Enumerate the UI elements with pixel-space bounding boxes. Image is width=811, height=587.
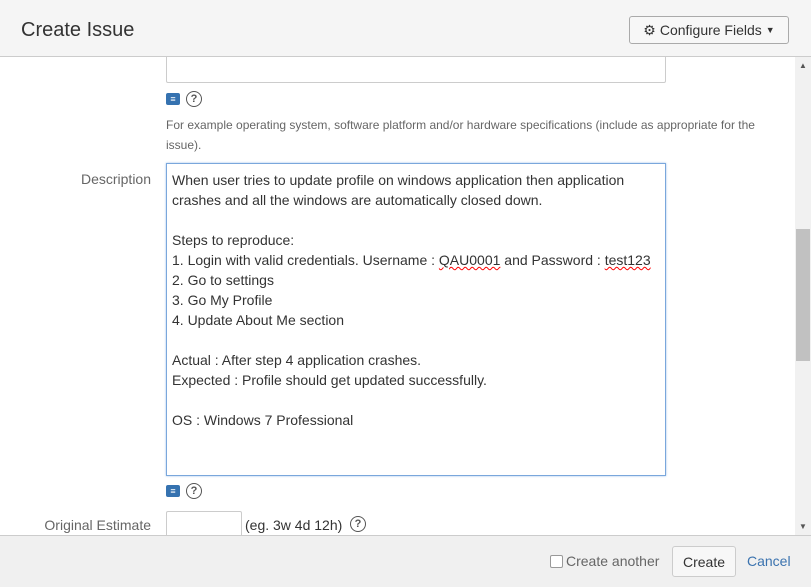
desc-line: When user tries to update profile on win… [172,172,625,188]
desc-line: Steps to reproduce: [172,232,295,248]
environment-textarea[interactable] [166,57,666,83]
desc-line: 3. Go My Profile [172,292,273,308]
scrollbar-thumb[interactable] [796,229,810,361]
configure-fields-button[interactable]: ⚙ Configure Fields ▼ [629,16,789,44]
original-estimate-label: Original Estimate [44,517,151,533]
form-content: ≡ ? For example operating system, softwa… [0,57,795,535]
desc-line: Actual : After step 4 application crashe… [172,352,422,368]
help-icon[interactable]: ? [350,516,366,532]
description-textarea[interactable]: When user tries to update profile on win… [166,163,666,476]
desc-line: Expected : Profile should get updated su… [172,372,487,388]
create-another-checkbox[interactable] [550,555,563,568]
original-estimate-hint: (eg. 3w 4d 12h) [245,517,343,533]
desc-line: OS : Windows 7 Professional [172,412,354,428]
scroll-down-icon[interactable]: ▼ [799,522,807,531]
caret-down-icon: ▼ [765,25,775,35]
desc-line: crashes and all the windows are automati… [172,192,543,208]
scrollbar[interactable]: ▲ ▼ [795,57,811,535]
dialog-title: Create Issue [21,19,135,41]
cancel-link[interactable]: Cancel [747,553,791,569]
description-label: Description [80,171,151,187]
dialog-header: Create Issue ⚙ Configure Fields ▼ [0,0,811,57]
create-button[interactable]: Create [672,546,736,577]
desc-line: 2. Go to settings [172,272,274,288]
wiki-style-icon[interactable]: ≡ [166,93,180,105]
desc-line: 1. Login with valid credentials. Usernam… [172,252,651,268]
create-another-label[interactable]: Create another [566,553,659,569]
wiki-style-icon[interactable]: ≡ [166,485,180,497]
environment-help-text: For example operating system, software p… [166,118,755,152]
original-estimate-input[interactable] [166,511,242,535]
scroll-up-icon[interactable]: ▲ [799,61,807,70]
help-icon[interactable]: ? [186,91,202,107]
dialog-footer: Create another Create Cancel [0,535,811,587]
desc-line: 4. Update About Me section [172,312,344,328]
help-icon[interactable]: ? [186,483,202,499]
gear-icon: ⚙ [643,21,656,38]
